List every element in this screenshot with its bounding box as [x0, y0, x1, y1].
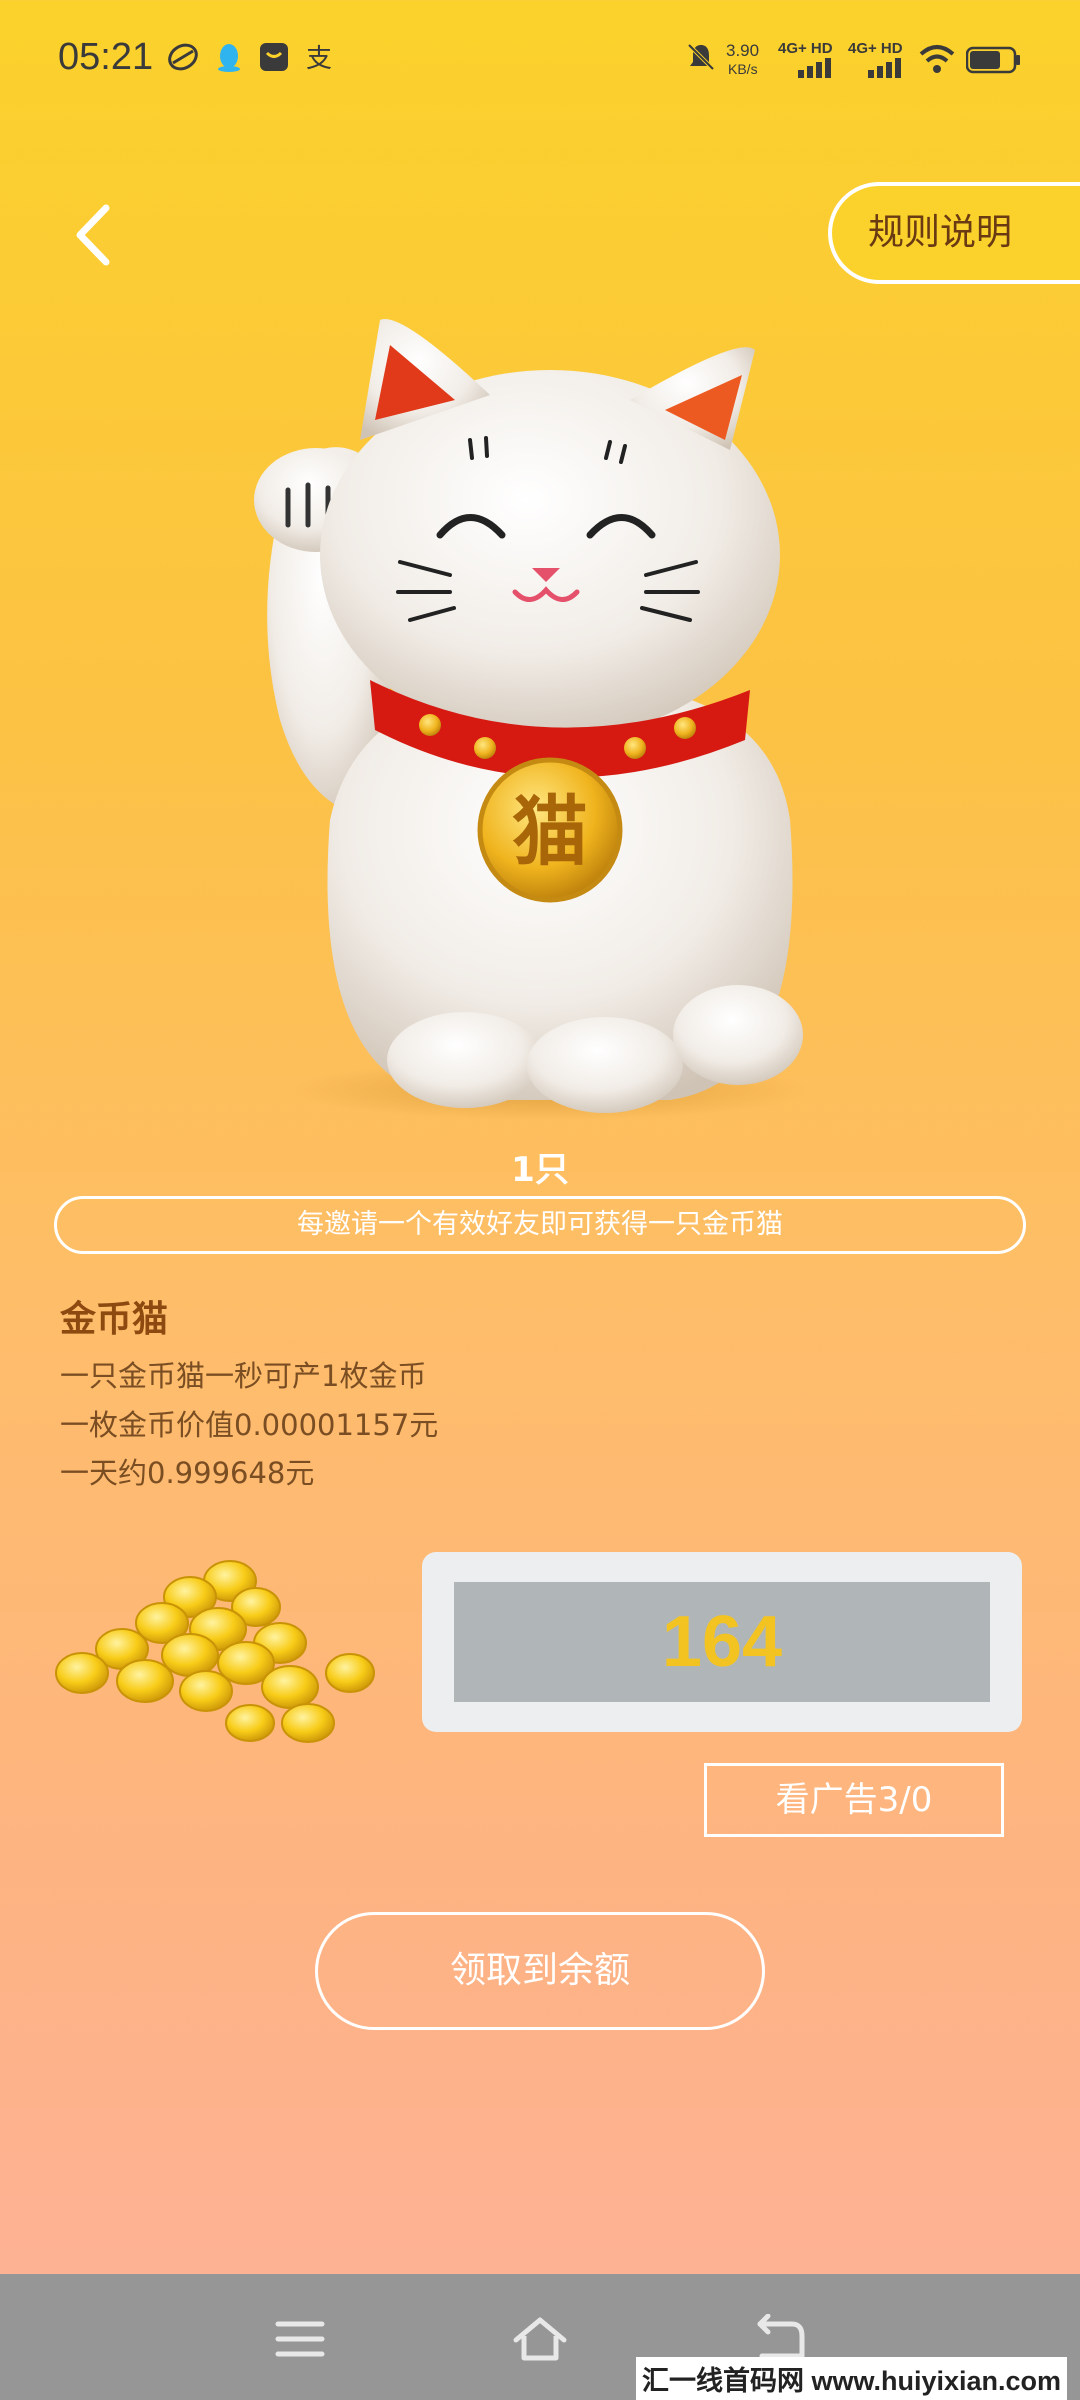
- home-icon[interactable]: [512, 2314, 568, 2364]
- signal-label-1: 4G+ HD: [778, 40, 833, 57]
- status-time: 05:21: [58, 36, 154, 78]
- gold-coins-image: [55, 1560, 375, 1743]
- invite-notice: 每邀请一个有效好友即可获得一只金币猫: [54, 1196, 1026, 1254]
- coin-counter-box: 164: [422, 1552, 1022, 1732]
- info-line-2: 一枚金币价值0.00001157元: [60, 1408, 439, 1442]
- net-speed-unit: KB/s: [728, 61, 758, 77]
- status-bar: 05:21 支 3.90 KB/s 4G+ HD 4G+ HD: [0, 0, 1080, 120]
- message-icon: [260, 43, 288, 71]
- signal-label-2: 4G+ HD: [848, 40, 903, 57]
- alipay-icon: 支: [306, 44, 332, 74]
- mute-bell-icon: [687, 43, 715, 71]
- info-line-1: 一只金币猫一秒可产1枚金币: [60, 1359, 427, 1393]
- qq-icon: [218, 44, 240, 72]
- lucky-cat-image: 猫: [254, 318, 810, 1120]
- info-line-3: 一天约0.999648元: [60, 1456, 315, 1490]
- watermark: 汇一线首码网 www.huiyixian.com: [636, 2357, 1068, 2400]
- coin-count: 164: [454, 1582, 990, 1702]
- watch-ad-button[interactable]: 看广告3/0: [704, 1763, 1004, 1837]
- rules-button[interactable]: 规则说明: [828, 182, 1080, 284]
- claim-to-balance-button[interactable]: 领取到余额: [315, 1912, 765, 2030]
- cat-count: 1只: [511, 1150, 569, 1190]
- wifi-icon: [919, 45, 955, 73]
- back-chevron-icon[interactable]: [62, 200, 122, 270]
- signal-bars-2-icon: [868, 58, 901, 78]
- battery-icon: [966, 46, 1020, 74]
- medal-char: 猫: [512, 787, 588, 876]
- info-title: 金币猫: [60, 1299, 169, 1340]
- net-speed-value: 3.90: [726, 41, 760, 60]
- app-icon: [168, 43, 198, 71]
- svg-text:支: 支: [306, 44, 332, 74]
- signal-bars-1-icon: [798, 58, 831, 78]
- menu-icon[interactable]: [272, 2314, 328, 2364]
